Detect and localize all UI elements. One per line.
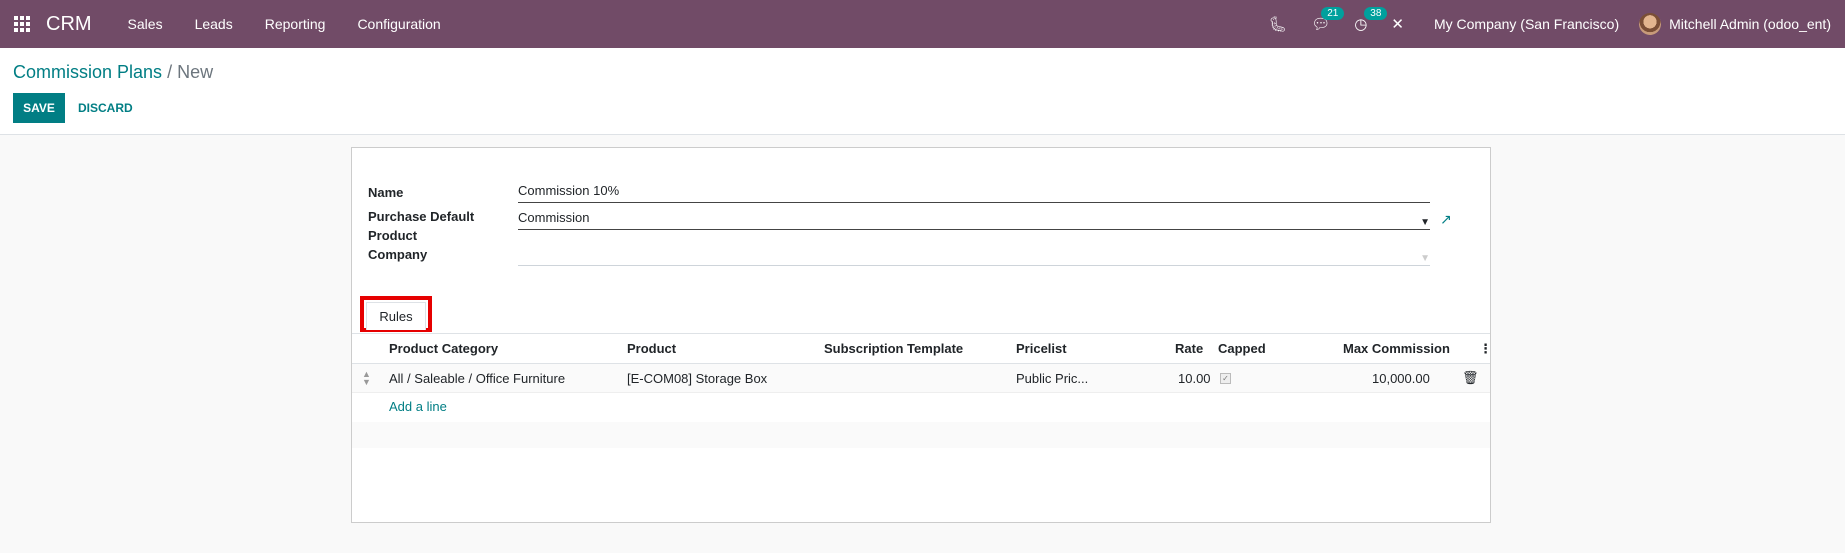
- breadcrumb-separator: /: [167, 62, 173, 82]
- form-sheet: Name Commission 10% Purchase Default Pro…: [351, 147, 1492, 523]
- company-select[interactable]: ▼: [518, 244, 1430, 266]
- purchase-default-product-select[interactable]: Commission ▼: [518, 208, 1430, 230]
- cell-pricelist[interactable]: Public Pric...: [1016, 371, 1088, 386]
- trash-icon[interactable]: 🗑︎: [1462, 370, 1479, 386]
- cell-category[interactable]: All / Saleable / Office Furniture: [389, 371, 565, 386]
- user-menu[interactable]: Mitchell Admin (odoo_ent): [1639, 13, 1831, 35]
- external-link-icon[interactable]: ↗: [1440, 211, 1452, 228]
- purchase-default-product-label: Purchase Default Product: [368, 209, 475, 243]
- product-value: Commission: [518, 210, 590, 225]
- activities-clock-icon[interactable]: ◷ 38: [1354, 7, 1388, 33]
- col-product[interactable]: Product: [627, 341, 676, 356]
- apps-menu-icon[interactable]: [12, 14, 32, 34]
- table-row[interactable]: ▲ ▼ All / Saleable / Office Furniture [E-…: [352, 364, 1490, 393]
- col-rate[interactable]: Rate: [1175, 341, 1203, 356]
- breadcrumb-commission-plans[interactable]: Commission Plans: [13, 62, 162, 82]
- tab-rules[interactable]: Rules: [366, 302, 426, 330]
- cell-max-commission[interactable]: 10,000.00: [1372, 371, 1430, 386]
- save-button[interactable]: SAVE: [13, 93, 65, 123]
- top-navbar: CRM Sales Leads Reporting Configuration …: [0, 0, 1845, 48]
- col-max-commission[interactable]: Max Commission: [1343, 341, 1450, 356]
- debug-bug-icon[interactable]: 🐛︎: [1268, 15, 1287, 33]
- discard-button[interactable]: DISCARD: [71, 93, 140, 123]
- menu-configuration[interactable]: Configuration: [357, 16, 440, 32]
- add-line-link[interactable]: Add a line: [389, 399, 447, 414]
- messages-count-badge: 21: [1321, 7, 1345, 20]
- col-capped[interactable]: Capped: [1218, 341, 1266, 356]
- empty-row: [352, 422, 1490, 448]
- breadcrumb-current: New: [177, 62, 214, 82]
- user-name: Mitchell Admin (odoo_ent): [1669, 16, 1831, 32]
- app-brand[interactable]: CRM: [46, 13, 92, 36]
- drag-handle-icon[interactable]: ▲ ▼: [362, 370, 371, 387]
- col-subscription-template[interactable]: Subscription Template: [824, 341, 963, 356]
- company-label: Company: [368, 247, 428, 262]
- cell-rate[interactable]: 10.00: [1178, 371, 1211, 386]
- breadcrumb: Commission Plans / New: [13, 62, 213, 83]
- chevron-down-icon[interactable]: ▼: [1420, 249, 1430, 269]
- col-pricelist[interactable]: Pricelist: [1016, 341, 1067, 356]
- company-switcher[interactable]: My Company (San Francisco): [1434, 16, 1619, 32]
- name-value: Commission 10%: [518, 183, 620, 198]
- activities-count-badge: 38: [1364, 7, 1388, 20]
- table-header: Product Category Product Subscription Te…: [352, 334, 1492, 364]
- column-options-icon[interactable]: ⋮: [1479, 341, 1492, 357]
- name-label: Name: [368, 185, 404, 200]
- menu-sales[interactable]: Sales: [128, 16, 163, 32]
- chevron-down-icon[interactable]: ▼: [1420, 213, 1430, 233]
- col-product-category[interactable]: Product Category: [389, 341, 498, 356]
- name-input[interactable]: Commission 10%: [518, 181, 1430, 203]
- control-panel: Commission Plans / New SAVE DISCARD: [0, 48, 1845, 135]
- menu-leads[interactable]: Leads: [195, 16, 233, 32]
- menu-reporting[interactable]: Reporting: [265, 16, 326, 32]
- capped-checkbox[interactable]: ✓: [1220, 373, 1231, 384]
- avatar: [1639, 13, 1662, 35]
- tools-close-icon[interactable]: ✕: [1391, 15, 1404, 33]
- messages-icon[interactable]: 💬︎ 21: [1311, 7, 1345, 33]
- cell-product[interactable]: [E-COM08] Storage Box: [627, 371, 767, 386]
